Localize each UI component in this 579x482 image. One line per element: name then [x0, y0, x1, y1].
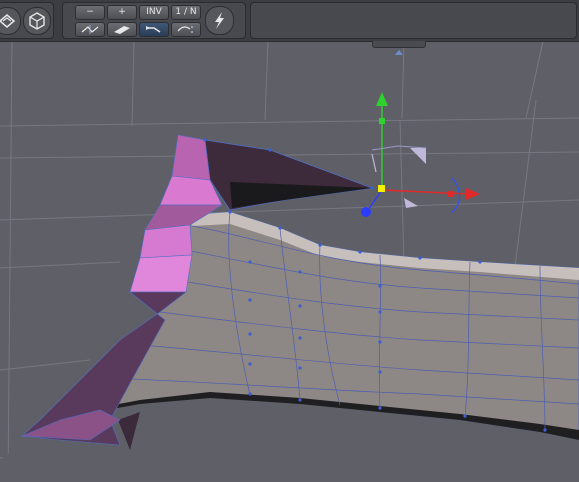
gizmo-center[interactable]	[378, 185, 385, 192]
wing-pink-face-4	[139, 224, 193, 259]
view-tool-group	[0, 2, 54, 39]
top-toolbar: − + INV 1 / N	[0, 0, 579, 42]
cube-button[interactable]	[23, 7, 51, 35]
gizmo-z-handle[interactable]	[361, 207, 371, 217]
split-button[interactable]	[171, 22, 201, 37]
collapse-arrow-icon	[395, 50, 403, 55]
minus-button[interactable]: −	[75, 5, 105, 20]
pointer-button[interactable]	[139, 22, 169, 37]
toolbar-empty-panel	[250, 2, 577, 39]
viewport-resize-handle[interactable]	[372, 41, 426, 55]
wing-pink-face-5	[129, 254, 193, 293]
plus-button[interactable]: +	[107, 5, 137, 20]
invert-button[interactable]: INV	[139, 5, 169, 20]
selection-tool-group: − + INV 1 / N	[62, 2, 246, 39]
gizmo-x-handle[interactable]	[448, 191, 454, 197]
3d-viewport[interactable]	[0, 0, 579, 482]
edge-button[interactable]	[107, 22, 137, 37]
wing-pink-face-1	[171, 134, 211, 181]
one-over-n-button[interactable]: 1 / N	[171, 5, 201, 20]
gizmo-y-handle[interactable]	[379, 118, 385, 124]
symmetry-button[interactable]	[75, 22, 105, 37]
view-button[interactable]	[0, 7, 21, 35]
lightning-button[interactable]	[205, 6, 234, 35]
